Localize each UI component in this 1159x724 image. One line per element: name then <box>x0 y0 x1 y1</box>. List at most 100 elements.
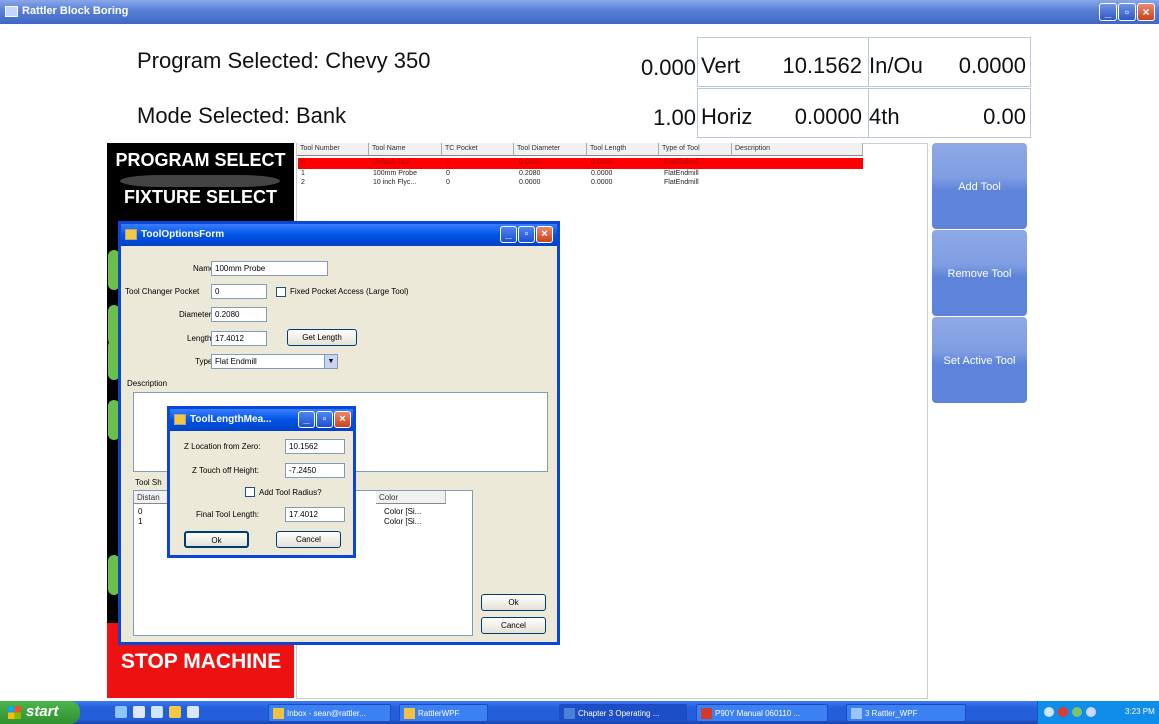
close-button[interactable]: × <box>1137 3 1155 21</box>
name-field[interactable]: 100mm Probe <box>211 261 328 276</box>
tool-changer-pocket-field[interactable]: 0 <box>211 284 267 299</box>
cell-name: 10 inch Flyc... <box>373 179 417 186</box>
type-select[interactable]: Flat Endmill ▼ <box>211 354 338 369</box>
menu-separator <box>120 175 280 187</box>
minimize-button[interactable]: _ <box>1099 3 1117 21</box>
volume-icon[interactable] <box>1086 707 1096 717</box>
window-icon <box>851 708 862 719</box>
fourth-axis-readout: 4th 0.00 <box>868 88 1031 138</box>
chevron-down-icon[interactable]: ▼ <box>324 355 337 368</box>
taskbar-item[interactable]: P90Y Manual 060110 ... <box>696 704 828 722</box>
taskbar-item[interactable]: RattlerWPF <box>399 704 488 722</box>
tray-icon[interactable] <box>1072 707 1082 717</box>
cancel-button[interactable]: Cancel <box>481 617 546 634</box>
quick-launch-icon[interactable] <box>133 706 145 718</box>
tool-length-title: ToolLengthMea... <box>190 414 272 425</box>
col-tc-pocket[interactable]: TC Pocket <box>442 143 514 156</box>
cell-name: 100mm Probe <box>373 170 417 177</box>
col-description[interactable]: Description <box>732 143 863 156</box>
cell-pocket: 0 <box>446 159 450 166</box>
add-tool-button[interactable]: Add Tool <box>932 143 1027 229</box>
pdf-icon <box>701 708 712 719</box>
form-icon <box>174 414 186 425</box>
taskbar-item[interactable]: 3 Rattler_WPF <box>846 704 966 722</box>
ok-button[interactable]: Ok <box>481 594 546 611</box>
table-row[interactable]: 1 100mm Probe 0 0.2080 0.0000 FlatEndmil… <box>298 170 863 179</box>
shape-distance: 1 <box>138 517 143 526</box>
z-location-field[interactable]: 10.1562 <box>285 439 345 454</box>
remove-tool-button[interactable]: Remove Tool <box>932 230 1027 316</box>
z-location-label: Z Location from Zero: <box>184 442 261 451</box>
cell-diameter: 0.2080 <box>519 170 541 177</box>
ok-button[interactable]: Ok <box>184 531 249 548</box>
fixed-pocket-checkbox[interactable] <box>276 287 286 297</box>
start-button[interactable]: start <box>0 701 80 724</box>
final-tool-length-field[interactable]: 17.4012 <box>285 507 345 522</box>
cell-number: 1 <box>301 170 305 177</box>
z-touch-field[interactable]: -7.2450 <box>285 463 345 478</box>
quick-launch-icon[interactable] <box>187 706 199 718</box>
cell-diameter: 0.0000 <box>519 179 541 186</box>
inout-readout: In/Ou 0.0000 <box>868 37 1031 87</box>
taskbar-item-active[interactable]: Chapter 3 Operating ... <box>559 704 687 722</box>
set-active-tool-button[interactable]: Set Active Tool <box>932 317 1027 403</box>
add-tool-radius-checkbox[interactable] <box>245 487 255 497</box>
dialog-maximize-button[interactable]: ▫ <box>316 411 333 428</box>
start-label: start <box>26 703 59 720</box>
tool-length-dialog: ToolLengthMea... _ ▫ × Z Location from Z… <box>167 406 356 558</box>
app-icon <box>5 6 18 17</box>
security-icon[interactable] <box>1058 707 1068 717</box>
dialog-minimize-button[interactable]: _ <box>298 411 315 428</box>
col-type-of-tool[interactable]: Type of Tool <box>659 143 732 156</box>
col-color[interactable]: Color <box>376 491 446 504</box>
fixture-select-button[interactable]: FIXTURE SELECT <box>107 187 294 208</box>
horiz-value: 0.0000 <box>794 104 862 129</box>
cell-number: 2 <box>301 179 305 186</box>
dialog-close-button[interactable]: × <box>536 226 553 243</box>
readout-value: 0.000 <box>640 55 696 80</box>
table-row[interactable]: 2 10 inch Flyc... 0 0.0000 0.0000 FlatEn… <box>298 179 863 188</box>
col-tool-name[interactable]: Tool Name <box>369 143 442 156</box>
desktop-icon[interactable] <box>151 706 163 718</box>
cell-pocket: 0 <box>446 170 450 177</box>
browser-icon[interactable] <box>115 706 127 718</box>
fourth-axis-value: 0.00 <box>983 104 1026 129</box>
tool-length-title-bar[interactable]: ToolLengthMea... _ ▫ × <box>170 409 353 431</box>
get-length-button[interactable]: Get Length <box>287 329 357 346</box>
folder-icon[interactable] <box>169 706 181 718</box>
program-select-button[interactable]: PROGRAM SELECT <box>107 150 294 171</box>
set-active-tool-label: Set Active Tool <box>943 355 1016 367</box>
dialog-maximize-button[interactable]: ▫ <box>518 226 535 243</box>
cell-type: FlatEndmill <box>664 179 699 186</box>
table-row-selected[interactable]: 0 Default Tool 0 0.0000 0.0000 FlatEndmi… <box>298 158 863 169</box>
vert-readout: Vert 10.1562 <box>697 37 869 87</box>
cell-type: FlatEndmill <box>664 159 699 166</box>
col-tool-diameter[interactable]: Tool Diameter <box>514 143 587 156</box>
network-icon[interactable] <box>1044 707 1054 717</box>
clock: 3:23 PM <box>1125 707 1155 716</box>
cell-name: Default Tool <box>373 159 410 166</box>
shape-color: Color [Si... <box>384 517 422 526</box>
dialog-minimize-button[interactable]: _ <box>500 226 517 243</box>
length-field[interactable]: 17.4012 <box>211 331 267 346</box>
cancel-button[interactable]: Cancel <box>276 531 341 548</box>
fixed-pocket-label: Fixed Pocket Access (Large Tool) <box>290 287 409 296</box>
program-selected-label: Program Selected: Chevy 350 <box>137 48 431 73</box>
z-touch-label: Z Touch off Height: <box>192 466 259 475</box>
maximize-button[interactable]: ▫ <box>1118 3 1136 21</box>
window-title-bar: Rattler Block Boring _ ▫ × <box>0 0 1159 24</box>
col-tool-number[interactable]: Tool Number <box>297 143 369 156</box>
vert-value: 10.1562 <box>782 53 862 78</box>
col-tool-length[interactable]: Tool Length <box>587 143 659 156</box>
diameter-field[interactable]: 0.2080 <box>211 307 267 322</box>
dialog-close-button[interactable]: × <box>334 411 351 428</box>
shape-distance: 0 <box>138 507 143 516</box>
taskbar-item-label: Inbox - sean@rattler... <box>287 709 366 718</box>
length-label: Length <box>187 334 212 343</box>
tool-options-title-bar[interactable]: ToolOptionsForm _ ▫ × <box>121 224 557 246</box>
taskbar-item[interactable]: Inbox - sean@rattler... <box>268 704 391 722</box>
cell-type: FlatEndmill <box>664 170 699 177</box>
taskbar-item-label: P90Y Manual 060110 ... <box>715 709 801 718</box>
readout-value: 1.00 <box>653 105 696 130</box>
horiz-readout: Horiz 0.0000 <box>697 88 869 138</box>
